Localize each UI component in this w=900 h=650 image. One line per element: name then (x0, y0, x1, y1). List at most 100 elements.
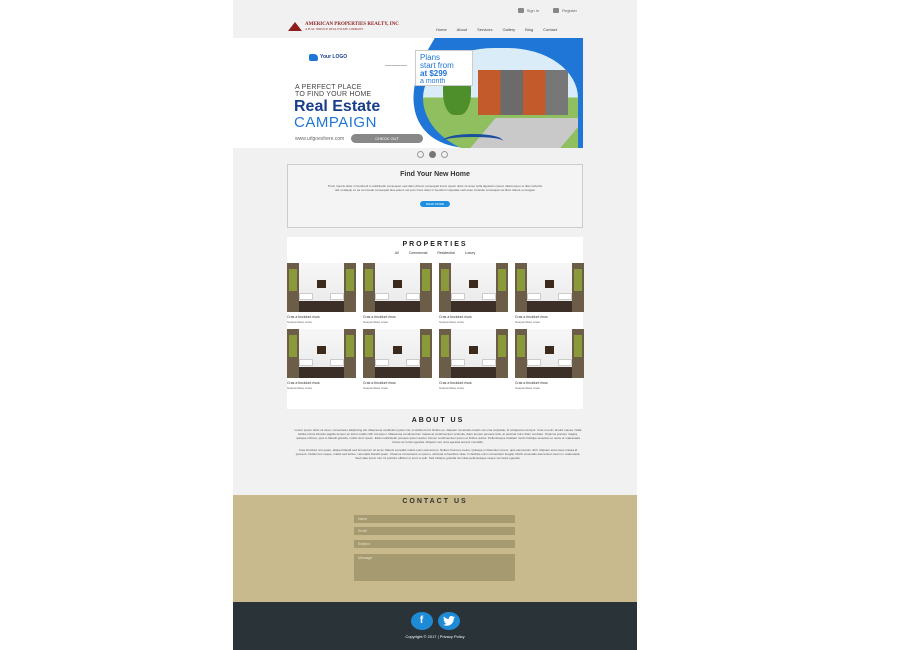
sign-in-label: Sign In (526, 8, 540, 13)
window (365, 335, 373, 357)
property-subtitle: Suspendisse scele (515, 320, 541, 324)
property-card[interactable]: Cras a tincidunt risus Suspendisse scele (515, 263, 584, 325)
property-photo (515, 263, 584, 312)
window (289, 335, 297, 357)
window (498, 335, 506, 357)
property-grid: Cras a tincidunt risus Suspendisse scele C… (287, 263, 584, 391)
sofa (482, 293, 496, 300)
sofa (482, 359, 496, 366)
window (517, 335, 525, 357)
find-home-text: Proin mauris dolor in hendrerit in solli… (328, 184, 542, 192)
property-card[interactable]: Cras a tincidunt risus Suspendisse scele (439, 329, 508, 391)
sign-in-link[interactable]: Sign In (517, 8, 540, 13)
property-title: Cras a tincidunt risus (439, 381, 472, 385)
badge-line-4: a month (420, 78, 446, 85)
subject-field[interactable] (354, 540, 515, 548)
fireplace (393, 280, 402, 288)
fireplace (317, 280, 326, 288)
header: AMERICAN PROPERTIES REALTY, INC A FULL S… (233, 20, 637, 38)
sofa (406, 359, 420, 366)
property-card[interactable]: Cras a tincidunt risus Suspendisse scele (515, 329, 584, 391)
top-links: Sign In Register (517, 8, 577, 13)
lock-icon (517, 8, 524, 13)
fireplace (317, 346, 326, 354)
sofa (527, 359, 541, 366)
facebook-icon[interactable]: f (410, 612, 433, 630)
fireplace (469, 346, 478, 354)
hero-logo-text: Your LOGO (320, 54, 348, 60)
nav-services[interactable]: Services (472, 27, 497, 32)
divider (385, 65, 407, 66)
property-photo (515, 329, 584, 378)
carousel-dot-1[interactable] (417, 151, 424, 158)
sofa (451, 359, 465, 366)
property-photo (287, 329, 356, 378)
footer: f Copyright © 2017 | Privacy Policy (233, 602, 637, 650)
property-subtitle: Suspendisse scele (287, 386, 313, 390)
property-photo (439, 263, 508, 312)
sofa (451, 293, 465, 300)
contact-title: CONTACT US (402, 498, 468, 505)
window (346, 269, 354, 291)
floor (451, 367, 496, 378)
window (289, 269, 297, 291)
sofa (330, 293, 344, 300)
brand-logo[interactable]: AMERICAN PROPERTIES REALTY, INC A FULL S… (288, 22, 399, 31)
hero-logo: Your LOGO (309, 54, 347, 61)
fireplace (469, 280, 478, 288)
property-title: Cras a tincidunt risus (439, 315, 472, 319)
contact-section: CONTACT US (233, 495, 637, 602)
fireplace (545, 280, 554, 288)
hero-cta-button[interactable]: CHECK OUT (351, 134, 423, 143)
window (441, 335, 449, 357)
filter-all[interactable]: All (395, 251, 399, 255)
message-field[interactable] (354, 554, 515, 581)
filter-luxury[interactable]: Luxury (465, 251, 476, 255)
nav-gallery[interactable]: Gallery (497, 27, 520, 32)
social-links: f (233, 612, 637, 630)
filter-residential[interactable]: Residential (437, 251, 454, 255)
name-field[interactable] (354, 515, 515, 523)
floor (527, 367, 572, 378)
window (574, 335, 582, 357)
property-subtitle: Suspendisse scele (439, 386, 465, 390)
sofa (299, 359, 313, 366)
window (365, 269, 373, 291)
carousel-dot-3[interactable] (441, 151, 448, 158)
price-badge: Plans start from at $299 a month (415, 50, 473, 86)
property-card[interactable]: Cras a tincidunt risus Suspendisse scele (439, 263, 508, 325)
sofa (330, 359, 344, 366)
about-title: ABOUT US (411, 417, 465, 424)
window (422, 335, 430, 357)
carousel-dots (417, 151, 448, 158)
filter-commercial[interactable]: Commercial (409, 251, 428, 255)
hero-subtitle-1: A PERFECT PLACE (295, 84, 362, 91)
copyright-text: Copyright © 2017 | Privacy Policy (405, 634, 465, 639)
hero-banner[interactable]: Plans start from at $299 a month Your LO… (233, 38, 583, 148)
property-card[interactable]: Cras a tincidunt risus Suspendisse scele (363, 263, 432, 325)
property-photo (363, 263, 432, 312)
floor (375, 301, 420, 312)
property-card[interactable]: Cras a tincidunt risus Suspendisse scele (363, 329, 432, 391)
property-photo (363, 329, 432, 378)
hero-subtitle-2: TO FIND YOUR HOME (295, 91, 372, 98)
property-card[interactable]: Cras a tincidunt risus Suspendisse scele (287, 329, 356, 391)
window (422, 269, 430, 291)
property-title: Cras a tincidunt risus (287, 381, 320, 385)
twitter-icon[interactable] (437, 612, 460, 630)
sofa (375, 359, 389, 366)
register-link[interactable]: Register (553, 8, 577, 13)
property-filters: All Commercial Residential Luxury (287, 251, 583, 255)
email-field[interactable] (354, 527, 515, 535)
nav-contact[interactable]: Contact (538, 27, 562, 32)
read-more-button[interactable]: READ MORE (419, 201, 451, 207)
nav-about[interactable]: About (452, 27, 472, 32)
property-subtitle: Suspendisse scele (363, 320, 389, 324)
nav-blog[interactable]: Blog (520, 27, 538, 32)
carousel-dot-2[interactable] (429, 151, 436, 158)
hero-title-2: CAMPAIGN (294, 114, 377, 131)
properties-title: PROPERTIES (402, 241, 468, 248)
property-card[interactable]: Cras a tincidunt risus Suspendisse scele (287, 263, 356, 325)
nav-home[interactable]: Home (431, 27, 452, 32)
property-photo (287, 263, 356, 312)
